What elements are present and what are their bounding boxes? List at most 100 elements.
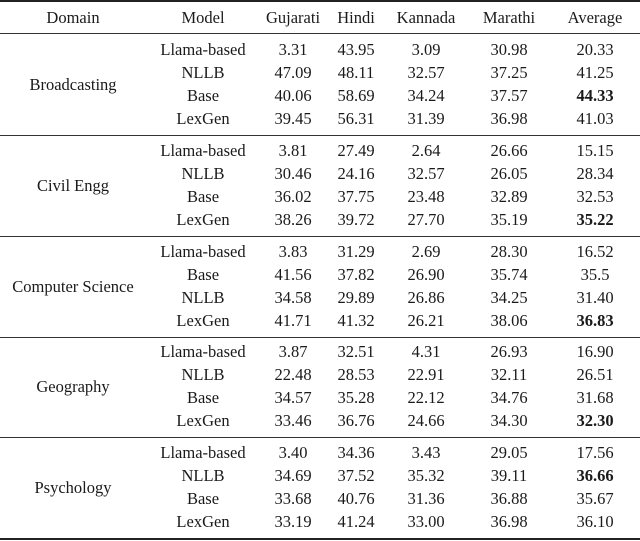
marathi-cell: 38.06 xyxy=(490,311,528,330)
marathi-cell: 35.19 xyxy=(490,210,528,229)
average-cell: 44.33 xyxy=(576,86,614,105)
average-cell: 17.56 xyxy=(576,443,614,462)
marathi-cell: 32.89 xyxy=(490,187,528,206)
marathi-cell: 39.11 xyxy=(490,466,528,485)
average-cell: 35.5 xyxy=(580,265,610,284)
kannada-cell: 26.21 xyxy=(407,311,445,330)
table-row: LexGen 41.71 41.32 26.21 38.06 36.83 xyxy=(0,309,640,332)
gujarati-cell: 22.48 xyxy=(274,365,312,384)
hindi-cell: 24.16 xyxy=(337,164,375,183)
average-cell: 26.51 xyxy=(576,365,614,384)
gujarati-cell: 34.58 xyxy=(274,288,312,307)
table-row: Llama-based 3.81 27.49 2.64 26.66 15.15 xyxy=(0,139,640,162)
header-gujarati: Gujarati xyxy=(265,8,321,27)
marathi-cell: 34.30 xyxy=(490,411,528,430)
table-row: NLLB 47.09 48.11 32.57 37.25 41.25 xyxy=(0,61,640,84)
kannada-cell: 34.24 xyxy=(407,86,445,105)
hindi-cell: 32.51 xyxy=(337,342,375,361)
marathi-cell: 36.98 xyxy=(490,109,528,128)
gujarati-cell: 41.71 xyxy=(274,311,312,330)
hindi-cell: 37.82 xyxy=(337,265,375,284)
table-row: Llama-based 3.40 34.36 3.43 29.05 17.56 xyxy=(0,441,640,464)
kannada-cell: 2.69 xyxy=(411,242,441,261)
model-cell: NLLB xyxy=(181,63,225,82)
table-row: NLLB 22.48 28.53 22.91 32.11 26.51 xyxy=(0,363,640,386)
header-hindi: Hindi xyxy=(337,8,375,27)
average-cell: 16.90 xyxy=(576,342,614,361)
average-cell: 35.22 xyxy=(576,210,614,229)
average-cell: 20.33 xyxy=(576,40,614,59)
gujarati-cell: 3.81 xyxy=(278,141,308,160)
marathi-cell: 37.25 xyxy=(490,63,528,82)
average-cell: 32.30 xyxy=(576,411,614,430)
table-row: NLLB 34.58 29.89 26.86 34.25 31.40 xyxy=(0,286,640,309)
kannada-cell: 27.70 xyxy=(407,210,445,229)
average-cell: 36.66 xyxy=(576,466,614,485)
average-cell: 35.67 xyxy=(576,489,614,508)
marathi-cell: 37.57 xyxy=(490,86,528,105)
kannada-cell: 2.64 xyxy=(411,141,441,160)
gujarati-cell: 30.46 xyxy=(274,164,312,183)
kannada-cell: 24.66 xyxy=(407,411,445,430)
hindi-cell: 43.95 xyxy=(337,40,375,59)
model-cell: LexGen xyxy=(176,411,230,430)
section-rule xyxy=(0,337,640,339)
hindi-cell: 27.49 xyxy=(337,141,375,160)
gujarati-cell: 33.19 xyxy=(274,512,312,531)
hindi-cell: 41.24 xyxy=(337,512,375,531)
average-cell: 32.53 xyxy=(576,187,614,206)
gujarati-cell: 34.57 xyxy=(274,388,312,407)
hindi-cell: 31.29 xyxy=(337,242,375,261)
kannada-cell: 3.09 xyxy=(411,40,441,59)
model-cell: Llama-based xyxy=(160,40,246,59)
model-cell: LexGen xyxy=(176,109,230,128)
marathi-cell: 34.76 xyxy=(490,388,528,407)
kannada-cell: 3.43 xyxy=(411,443,441,462)
average-cell: 41.03 xyxy=(576,109,614,128)
gujarati-cell: 47.09 xyxy=(274,63,312,82)
marathi-cell: 28.30 xyxy=(490,242,528,261)
marathi-cell: 36.98 xyxy=(490,512,528,531)
table-row: LexGen 38.26 39.72 27.70 35.19 35.22 xyxy=(0,208,640,231)
hindi-cell: 28.53 xyxy=(337,365,375,384)
average-cell: 15.15 xyxy=(576,141,614,160)
hindi-cell: 40.76 xyxy=(337,489,375,508)
gujarati-cell: 39.45 xyxy=(274,109,312,128)
hindi-cell: 56.31 xyxy=(337,109,375,128)
marathi-cell: 35.74 xyxy=(490,265,528,284)
marathi-cell: 32.11 xyxy=(490,365,528,384)
header-marathi: Marathi xyxy=(482,8,536,27)
header-average: Average xyxy=(567,8,623,27)
bottom-rule xyxy=(0,538,640,540)
model-cell: NLLB xyxy=(181,466,225,485)
hindi-cell: 58.69 xyxy=(337,86,375,105)
marathi-cell: 26.05 xyxy=(490,164,528,183)
kannada-cell: 26.90 xyxy=(407,265,445,284)
model-cell: LexGen xyxy=(176,210,230,229)
gujarati-cell: 33.68 xyxy=(274,489,312,508)
kannada-cell: 32.57 xyxy=(407,164,445,183)
kannada-cell: 35.32 xyxy=(407,466,445,485)
table-row: LexGen 33.46 36.76 24.66 34.30 32.30 xyxy=(0,409,640,432)
gujarati-cell: 36.02 xyxy=(274,187,312,206)
gujarati-cell: 3.40 xyxy=(278,443,308,462)
hindi-cell: 41.32 xyxy=(337,311,375,330)
header-row: Domain Model Gujarati Hindi Kannada Mara… xyxy=(0,6,640,29)
marathi-cell: 34.25 xyxy=(490,288,528,307)
model-cell: Llama-based xyxy=(160,242,246,261)
kannada-cell: 31.39 xyxy=(407,109,445,128)
table-row: Base 33.68 40.76 31.36 36.88 35.67 xyxy=(0,487,640,510)
average-cell: 16.52 xyxy=(576,242,614,261)
table-row: Base 41.56 37.82 26.90 35.74 35.5 xyxy=(0,263,640,286)
top-rule xyxy=(0,0,640,2)
model-cell: Llama-based xyxy=(160,141,246,160)
kannada-cell: 33.00 xyxy=(407,512,445,531)
gujarati-cell: 41.56 xyxy=(274,265,312,284)
gujarati-cell: 3.87 xyxy=(278,342,308,361)
table-row: Base 36.02 37.75 23.48 32.89 32.53 xyxy=(0,185,640,208)
model-cell: NLLB xyxy=(181,288,225,307)
table-row: Llama-based 3.83 31.29 2.69 28.30 16.52 xyxy=(0,240,640,263)
model-cell: LexGen xyxy=(176,512,230,531)
model-cell: Base xyxy=(186,388,220,407)
hindi-cell: 29.89 xyxy=(337,288,375,307)
